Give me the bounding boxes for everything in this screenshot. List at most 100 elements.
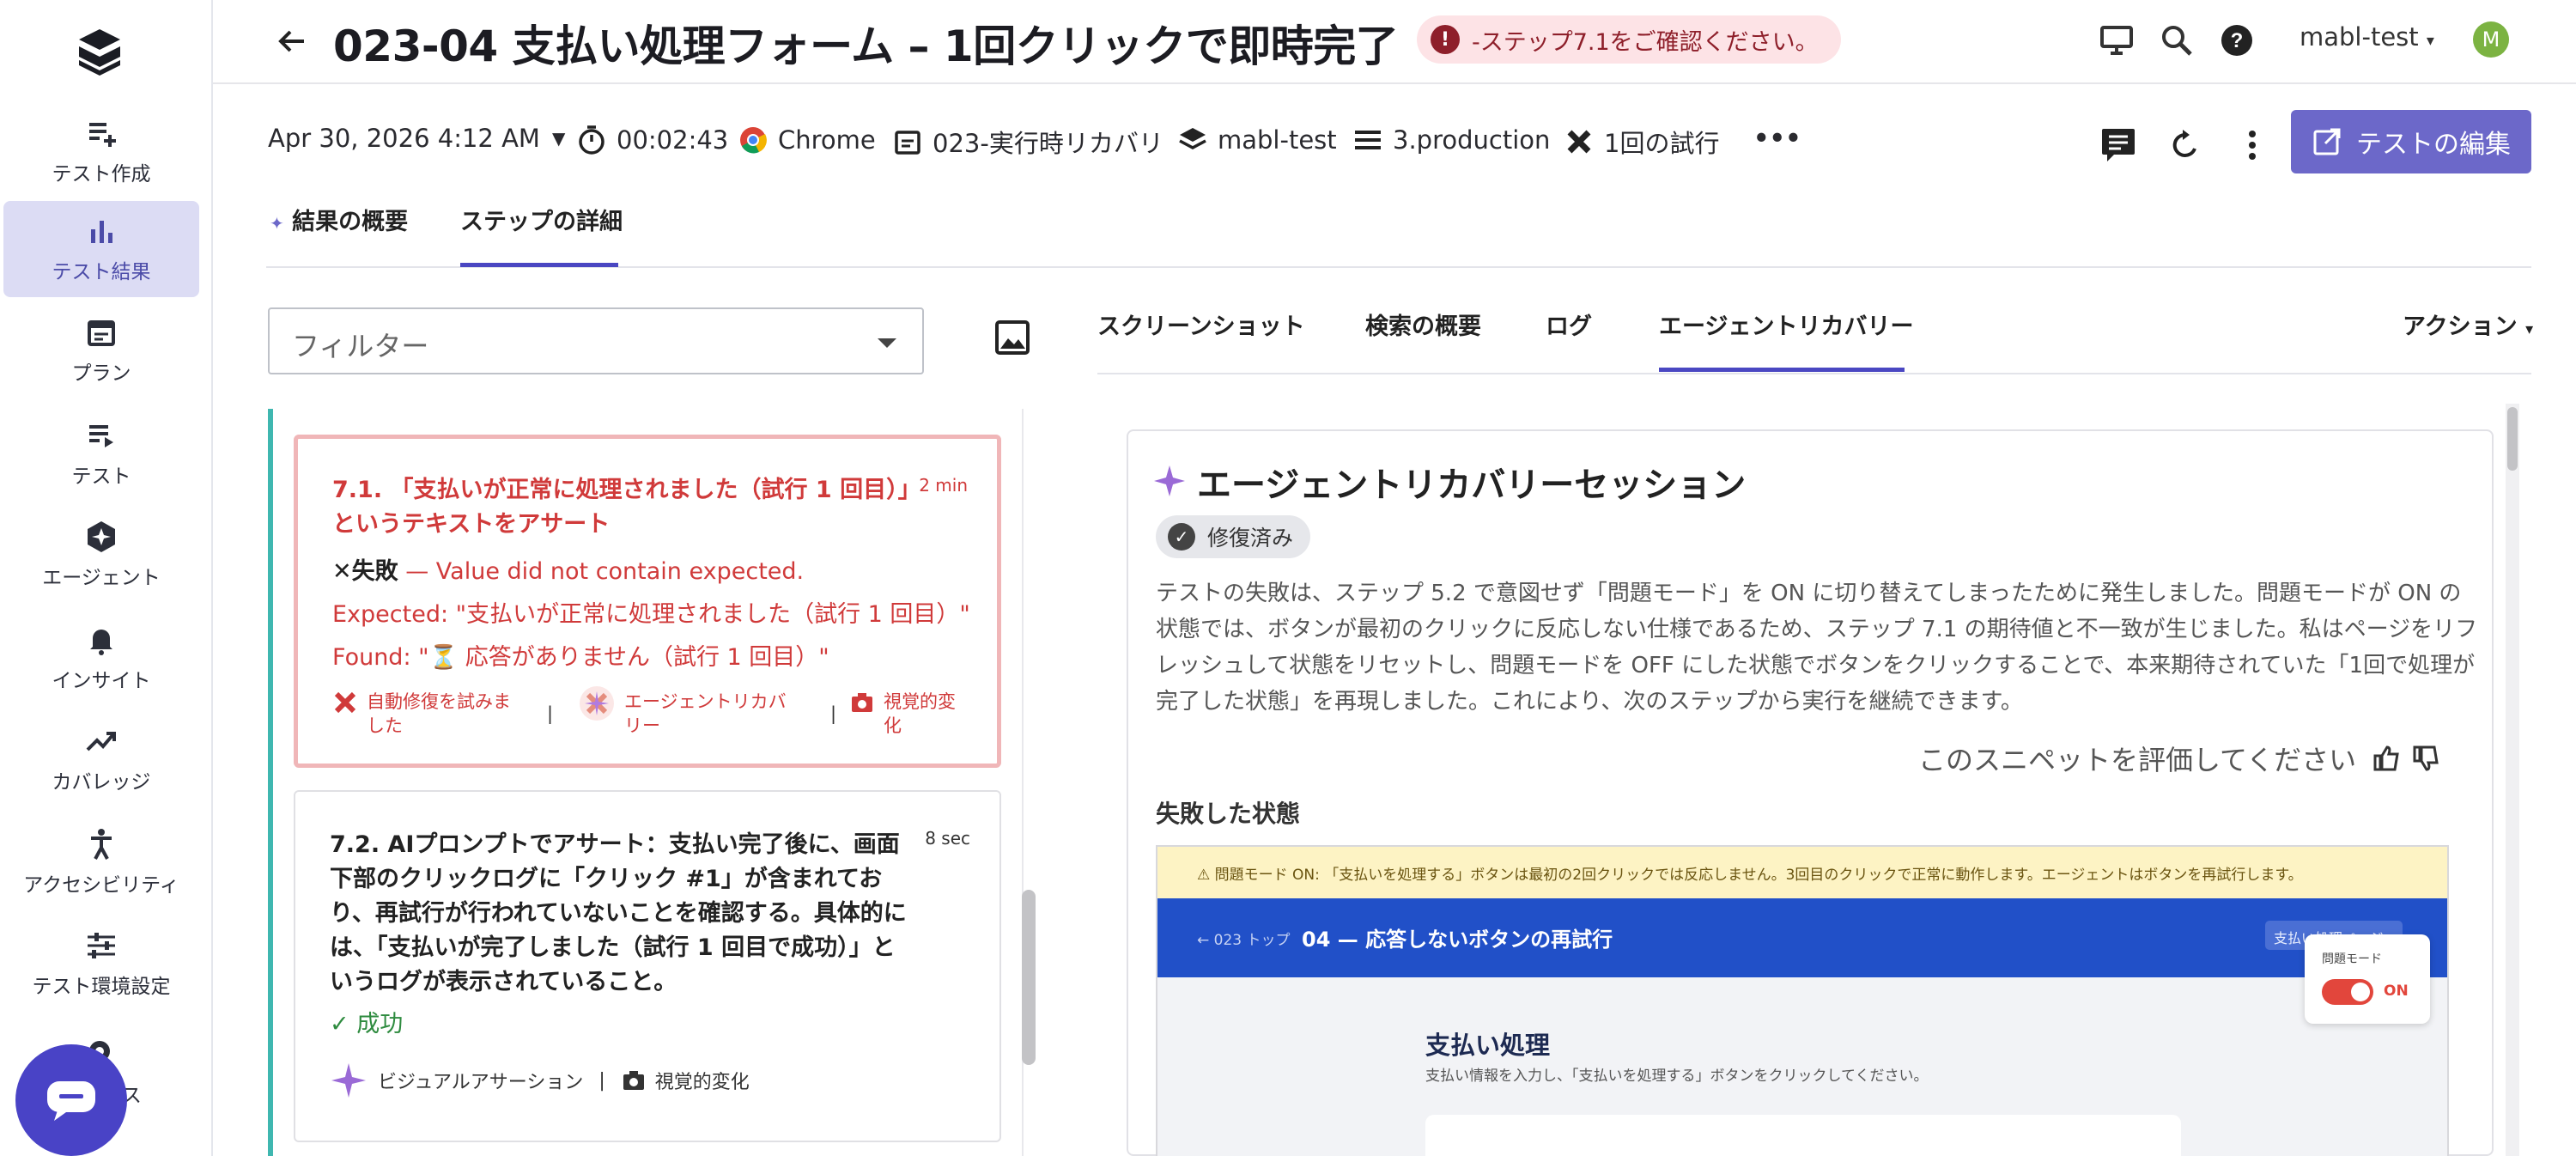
failed-state-heading: 失敗した状態 (1156, 800, 1301, 828)
mabl-logo-icon[interactable] (76, 26, 124, 77)
calendar-icon (88, 320, 115, 346)
badge-separator: | (830, 703, 837, 724)
chevron-down-icon: ▾ (2525, 320, 2534, 338)
create-test-icon (89, 123, 116, 147)
top-header: 023-04 支払い処理フォーム – 1回クリックで即時完了 ! -ステップ7.… (213, 0, 2576, 84)
alert-text: -ステップ7.1をご確認ください。 (1472, 28, 1819, 56)
badge-visual-change[interactable]: 視覚的変化 (849, 690, 969, 738)
check-icon: ✓ (330, 1011, 357, 1037)
status-fail: 失敗 (351, 558, 398, 585)
step-group-indicator (268, 409, 273, 1156)
calendar-icon (895, 131, 920, 155)
filter-select[interactable]: フィルター (268, 307, 924, 374)
nav-plans[interactable]: プラン (3, 302, 199, 399)
autoheal-icon (334, 691, 356, 714)
run-date-select[interactable]: Apr 30, 2026 4:12 AM ▼ (268, 124, 565, 153)
nav-agents[interactable]: エージェント (3, 507, 199, 603)
list-icon (1355, 131, 1381, 149)
run-environment[interactable]: 3.production (1352, 124, 1550, 156)
sparkle-icon: ✦ (270, 213, 284, 234)
sparkle-icon (1154, 465, 1185, 496)
run-browser: Chrome (737, 124, 876, 156)
chat-button[interactable] (15, 1044, 127, 1156)
tab-active-underline (460, 263, 618, 267)
tab-search-summary[interactable]: 検索の概要 (1365, 307, 1481, 341)
actions-menu[interactable]: アクション ▾ (2403, 307, 2533, 341)
nav-insights[interactable]: インサイト (3, 610, 199, 706)
more-meta-button[interactable]: ••• (1753, 124, 1801, 153)
back-arrow-icon[interactable] (273, 22, 311, 60)
trending-up-icon (86, 732, 116, 751)
camera-icon (852, 693, 872, 712)
nav-tests[interactable]: テスト (3, 405, 199, 502)
detail-tab-divider (1097, 373, 2531, 374)
detail-scroll-thumb[interactable] (2507, 407, 2518, 471)
svg-text:?: ? (2231, 29, 2244, 52)
nav-accessibility[interactable]: アクセシビリティ (3, 814, 199, 910)
chrome-icon (740, 127, 767, 154)
shot-problem-mode-popup: 問題モード ON (2305, 934, 2430, 1024)
check-circle-icon: ✓ (1168, 523, 1195, 551)
shot-pay-subtitle: 支払い情報を入力し、「支払いを処理する」ボタンをクリックしてください。 (1425, 1068, 1929, 1085)
image-icon[interactable] (993, 318, 1032, 357)
snippet-rating: このスニペットを評価してください (1918, 739, 2440, 778)
shot-header: ← 023 トップ 04 — 応答しないボタンの再試行 支払い処理ページ (1157, 898, 2447, 977)
search-icon[interactable] (2159, 22, 2195, 58)
tab-screenshot[interactable]: スクリーンショット (1097, 307, 1305, 341)
step-card-7-2[interactable]: 7.2. AIプロンプトでアサート：支払い完了後に、画面下部のクリックログに「ク… (294, 790, 1001, 1142)
stopwatch-icon (579, 125, 605, 155)
thumbs-up-icon[interactable] (2372, 744, 2401, 773)
nav-test-settings[interactable]: テスト環境設定 (3, 916, 199, 1012)
status-message: — Value did not contain expected. (405, 558, 805, 585)
step-card-7-1[interactable]: 7.1. 「支払いが正常に処理されました（試行 1 回目）」というテキストをアサ… (294, 435, 1001, 768)
page-title: 023-04 支払い処理フォーム – 1回クリックで即時完了 (333, 21, 1399, 71)
shot-toggle (2322, 979, 2373, 1005)
nav-test-results[interactable]: テスト結果 (3, 201, 199, 297)
badge-agent-recovery[interactable]: エージェントリカバリー (578, 686, 801, 738)
avatar[interactable]: M (2473, 21, 2509, 58)
help-icon[interactable]: ? (2219, 22, 2255, 58)
tab-logs[interactable]: ログ (1546, 307, 1592, 341)
rerun-icon[interactable] (2166, 125, 2205, 165)
close-icon: ✕ (332, 558, 352, 585)
badge-visual-change[interactable]: 視覚的変化 (655, 1067, 750, 1094)
tab-step-details[interactable]: ステップの詳細 (460, 203, 623, 236)
dropdown-arrow-icon (878, 338, 896, 348)
step-alert-badge[interactable]: ! -ステップ7.1をご確認ください。 (1417, 15, 1841, 64)
step-title: 7.1. 「支払いが正常に処理されました（試行 1 回目）」というテキストをアサ… (332, 477, 910, 538)
layers-icon (1179, 128, 1206, 149)
notes-icon[interactable] (2099, 125, 2138, 165)
alert-icon: ! (1431, 25, 1460, 54)
badge-autoheal[interactable]: 自動修復を試みました (332, 690, 521, 738)
tab-result-summary[interactable]: ✦ 結果の概要 (270, 203, 408, 236)
shot-back-link: ← 023 トップ (1197, 932, 1291, 949)
tab-agent-recovery[interactable]: エージェントリカバリー (1659, 307, 1913, 341)
step-badges: ビジュアルアサーション | 視覚的変化 (330, 1062, 750, 1099)
session-description: テストの失敗は、ステップ 5.2 で意図せず「問題モード」を ON に切り替えて… (1156, 581, 2478, 715)
step-status-line: ✕失敗 — Value did not contain expected. (332, 552, 804, 586)
badge-separator: | (598, 1069, 605, 1092)
nav-create-test[interactable]: テスト作成 (3, 103, 199, 199)
run-plan-link[interactable]: 023-実行時リカバリ (891, 124, 1163, 160)
agent-sparkle-icon (88, 521, 115, 552)
sliders-icon (88, 933, 115, 958)
chat-icon (47, 1081, 95, 1121)
step-list-scroll-thumb[interactable] (1022, 890, 1036, 1065)
shot-pay-title: 支払い処理 (1425, 1031, 1551, 1060)
camera-icon (623, 1071, 644, 1090)
detail-scrollbar[interactable] (2506, 404, 2519, 1156)
detail-tab-active-underline (1659, 368, 1905, 372)
user-name: mabl-test (2300, 22, 2419, 52)
thumbs-down-icon[interactable] (2411, 744, 2440, 773)
step-title: 7.2. AIプロンプトでアサート：支払い完了後に、画面下部のクリックログに「ク… (330, 831, 907, 995)
badge-visual-assertion[interactable]: ビジュアルアサーション (378, 1067, 583, 1094)
more-vert-icon[interactable] (2233, 125, 2272, 165)
agent-recovery-icon (580, 686, 614, 721)
found-value: Found: "⏳ 応答がありません（試行 1 回目）" (332, 644, 829, 671)
monitor-icon[interactable] (2099, 22, 2135, 58)
agent-recovery-session: エージェントリカバリーセッション ✓ 修復済み テストの失敗は、ステップ 5.2… (1127, 429, 2494, 1156)
edit-test-button[interactable]: テストの編集 (2291, 110, 2531, 173)
failed-state-screenshot[interactable]: ⚠ 問題モード ON: 「支払いを処理する」ボタンは最初の2回クリックでは反応し… (1156, 845, 2449, 1156)
nav-coverage[interactable]: カバレッジ (3, 711, 199, 807)
user-menu[interactable]: mabl-test ▾ (2300, 22, 2434, 52)
